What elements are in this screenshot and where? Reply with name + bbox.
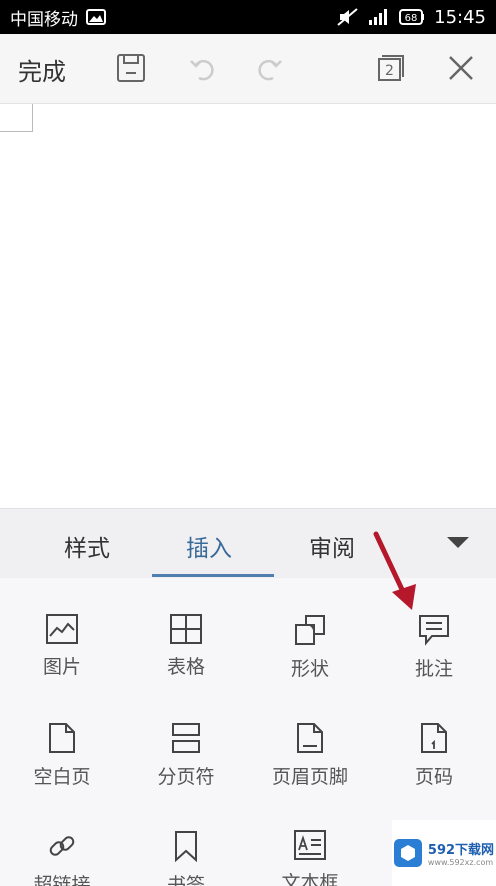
comment-icon bbox=[417, 614, 451, 646]
insert-page-number-label: 页码 bbox=[414, 766, 453, 788]
insert-table-button[interactable]: 表格 bbox=[124, 578, 248, 678]
insert-bookmark-label: 书签 bbox=[166, 874, 205, 886]
tab-style[interactable]: 样式 bbox=[64, 529, 110, 563]
gallery-notification-icon bbox=[86, 9, 106, 25]
bookmark-icon bbox=[169, 830, 203, 862]
status-bar: 中国移动 68 15:45 bbox=[0, 0, 496, 34]
site-watermark: 592下载网 www.592xz.com bbox=[392, 820, 496, 886]
watermark-url: www.592xz.com bbox=[427, 858, 494, 867]
active-tab-indicator bbox=[152, 574, 274, 577]
insert-table-label: 表格 bbox=[166, 656, 205, 678]
page-number-icon bbox=[417, 722, 451, 754]
watermark-text: 592下载网 www.592xz.com bbox=[428, 839, 494, 867]
insert-textbox-button[interactable]: 文本框 bbox=[248, 794, 372, 886]
clock: 15:45 bbox=[434, 6, 486, 28]
tab-review[interactable]: 审阅 bbox=[309, 529, 355, 563]
insert-page-break-button[interactable]: 分页符 bbox=[124, 686, 248, 788]
redo-icon bbox=[258, 59, 282, 81]
table-icon bbox=[169, 614, 203, 644]
link-icon bbox=[45, 830, 79, 862]
mute-icon bbox=[337, 8, 359, 26]
undo-icon bbox=[190, 59, 214, 81]
insert-textbox-label: 文本框 bbox=[281, 872, 339, 886]
insert-shape-label: 形状 bbox=[290, 658, 329, 680]
insert-header-footer-button[interactable]: 页眉页脚 bbox=[248, 686, 372, 788]
page-break-icon bbox=[169, 722, 203, 754]
document-canvas[interactable] bbox=[0, 104, 496, 508]
insert-page-number-button[interactable]: 页码 bbox=[372, 686, 496, 788]
insert-page-break-label: 分页符 bbox=[157, 766, 215, 788]
document-count: 2 bbox=[385, 63, 394, 79]
carrier-label: 中国移动 bbox=[10, 9, 78, 30]
save-button[interactable] bbox=[113, 50, 149, 86]
header-footer-icon bbox=[293, 722, 327, 754]
page-margin-marker bbox=[0, 104, 33, 132]
redo-button[interactable] bbox=[252, 50, 288, 86]
textbox-icon bbox=[293, 830, 327, 860]
insert-image-button[interactable]: 图片 bbox=[0, 578, 124, 678]
insert-shape-button[interactable]: 形状 bbox=[248, 578, 372, 680]
signal-icon bbox=[368, 8, 390, 26]
done-button[interactable]: 完成 bbox=[18, 52, 66, 87]
save-icon bbox=[117, 54, 145, 82]
battery-level: 68 bbox=[405, 13, 418, 24]
insert-blank-page-button[interactable]: 空白页 bbox=[0, 686, 124, 788]
close-icon bbox=[449, 56, 473, 80]
undo-button[interactable] bbox=[184, 50, 220, 86]
watermark-logo-icon bbox=[393, 839, 422, 867]
insert-comment-label: 批注 bbox=[414, 658, 453, 680]
collapse-panel-icon[interactable] bbox=[447, 537, 469, 548]
multi-document-icon: 2 bbox=[378, 55, 404, 81]
tab-insert[interactable]: 插入 bbox=[186, 529, 232, 563]
battery-icon: 68 bbox=[399, 9, 425, 25]
insert-link-label: 超链接 bbox=[33, 874, 91, 886]
insert-header-footer-label: 页眉页脚 bbox=[271, 766, 348, 788]
watermark-brand: 592下载网 bbox=[427, 843, 495, 858]
insert-blank-page-label: 空白页 bbox=[33, 766, 91, 788]
document-switch-button[interactable]: 2 bbox=[374, 50, 410, 86]
insert-bookmark-button[interactable]: 书签 bbox=[124, 794, 248, 886]
insert-image-label: 图片 bbox=[42, 656, 81, 678]
image-icon bbox=[45, 614, 79, 644]
close-button[interactable] bbox=[443, 50, 479, 86]
shape-icon bbox=[293, 614, 327, 646]
editor-toolbar: 完成 2 bbox=[0, 34, 496, 104]
blank-page-icon bbox=[45, 722, 79, 754]
annotation-arrow bbox=[373, 531, 416, 610]
insert-link-button[interactable]: 超链接 bbox=[0, 794, 124, 886]
